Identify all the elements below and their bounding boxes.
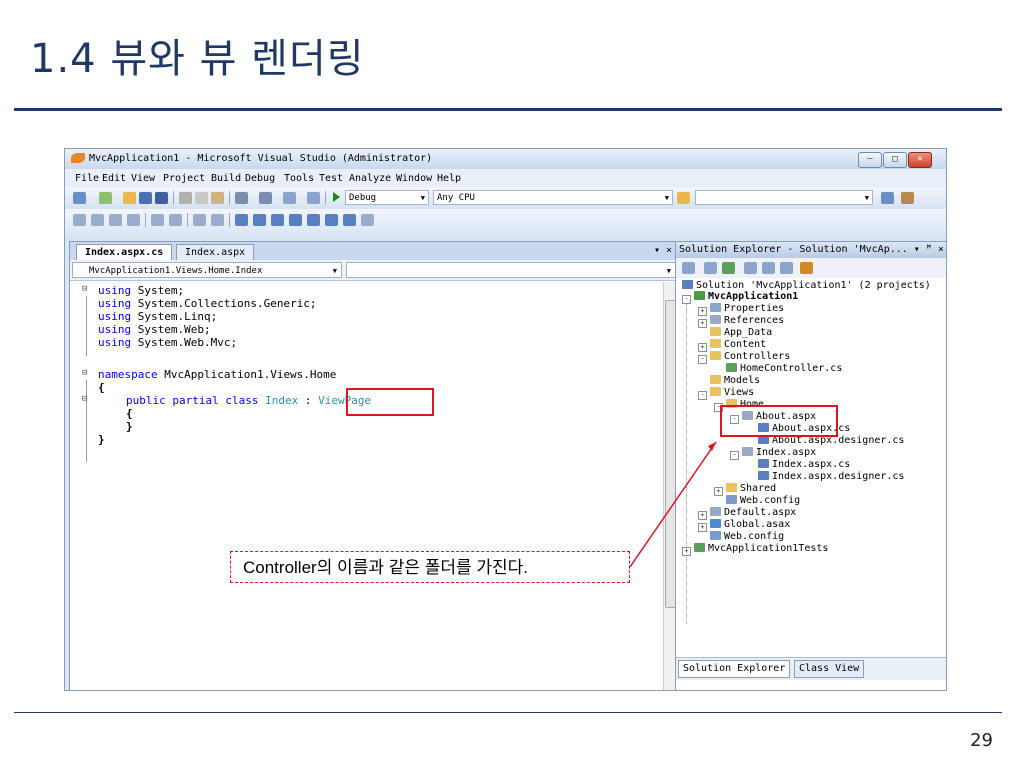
- callout-arrow-line: [629, 441, 717, 568]
- page-number: 29: [970, 730, 993, 751]
- callout-arrow: [629, 441, 717, 568]
- callout-note: Controller의 이름과 같은 폴더를 가진다.: [230, 551, 630, 583]
- footer-divider: [14, 712, 1002, 713]
- callout-arrow-head: [708, 442, 716, 451]
